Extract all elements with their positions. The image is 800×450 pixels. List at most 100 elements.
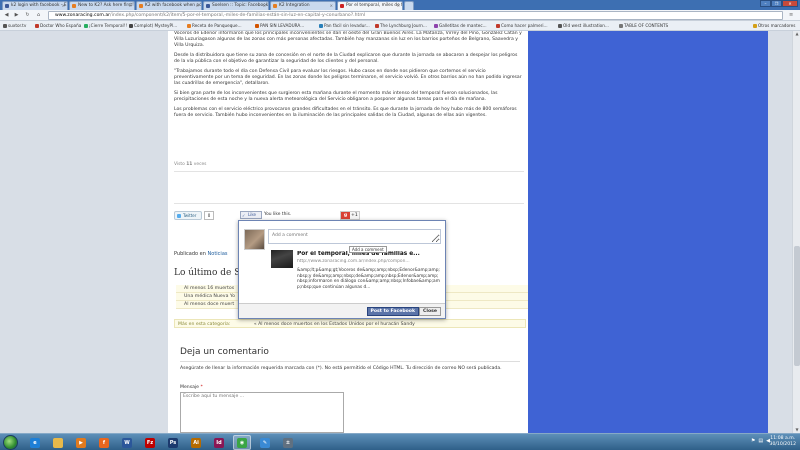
tab-strip: k2 login with facebook - E × New to K2? As…: [0, 0, 800, 10]
taskbar-app-firefox[interactable]: f: [95, 435, 113, 450]
divider: [180, 361, 520, 362]
scroll-up-icon[interactable]: ▲: [794, 31, 800, 37]
bookmark-item[interactable]: Doctor Who España: [34, 21, 81, 30]
bookmark-item[interactable]: suxtor.tv: [2, 21, 26, 30]
bookmark-item[interactable]: Galletitas de mantec...: [433, 21, 487, 30]
windows-taskbar: e ▶ f W Fz Ps Ai Id ◉ ✎ ± ⚑ ▤ ◀ 11:08 a.m. 30/10/2…: [0, 433, 800, 450]
browser-tab[interactable]: New to K2? Ask here first! ×: [69, 1, 135, 10]
bookmark-label: The Lynchburg Journ...: [380, 23, 427, 28]
maximize-button[interactable]: ❐: [771, 0, 782, 7]
bookmark-icon: [319, 23, 323, 28]
bookmarks-bar: suxtor.tv Doctor Who España ¡Cierre Tempor…: [0, 21, 800, 31]
taskbar-app-paint[interactable]: ✎: [256, 435, 274, 450]
more-in-category: Más en esta categoría: « Al menos doce m…: [174, 319, 526, 328]
fb-comment-input[interactable]: [268, 229, 441, 244]
tab-close-icon[interactable]: ×: [397, 2, 400, 10]
browser-tab[interactable]: K2 Integration ×: [270, 1, 336, 10]
article-paragraph: Desde la distribuidora que tiene su zona…: [174, 53, 518, 64]
paint-icon: ✎: [260, 437, 270, 448]
bookmark-item[interactable]: ¡Cierre Temporal!!: [83, 21, 127, 30]
view-count-number: 11: [186, 162, 193, 167]
favicon-icon: [340, 4, 344, 8]
bookmark-label: suxtor.tv: [8, 23, 27, 28]
firefox-icon: f: [99, 437, 109, 448]
reload-button[interactable]: ↻: [24, 12, 31, 19]
media-icon: ▶: [76, 437, 86, 448]
view-count-prefix: Visto: [174, 162, 185, 167]
new-tab-button[interactable]: [404, 1, 414, 10]
bookmark-label: PAN SIN LEVADURA...: [260, 23, 305, 28]
tab-close-icon[interactable]: ×: [129, 2, 132, 10]
taskbar-app-chrome[interactable]: ◉: [233, 435, 251, 450]
close-window-button[interactable]: ✕: [782, 0, 798, 7]
taskbar-app-calc[interactable]: ±: [279, 435, 297, 450]
tray-network-icon[interactable]: ▤: [758, 438, 763, 444]
published-in: Publicado en Noticias: [174, 251, 228, 257]
taskbar-app-word[interactable]: W: [118, 435, 136, 450]
address-bar[interactable]: www.zonaracing.com.ar/index.php/componen…: [48, 11, 783, 20]
taskbar-app-photoshop[interactable]: Ps: [164, 435, 182, 450]
address-domain: www.zonaracing.com.ar: [55, 13, 111, 18]
bookmark-label: Complot) MysteyPl...: [134, 23, 178, 28]
tab-label: K2 Integration: [279, 3, 310, 8]
divider: [174, 171, 524, 172]
post-to-facebook-button[interactable]: Post to Facebook: [366, 307, 419, 316]
tab-close-icon[interactable]: ×: [62, 2, 65, 10]
category-link[interactable]: Noticias: [208, 251, 228, 257]
article-paragraph: Si bien gran parte de los inconvenientes…: [174, 91, 498, 102]
start-button[interactable]: [3, 435, 18, 450]
twitter-button[interactable]: Twitter: [174, 211, 202, 220]
tab-label: Por el temporal, miles de f: [346, 3, 403, 8]
tray-flag-icon[interactable]: ⚑: [751, 438, 755, 444]
taskbar-app-ie[interactable]: e: [26, 435, 44, 450]
google-plus-button[interactable]: g +1: [340, 211, 360, 220]
taskbar-app-folder[interactable]: [49, 435, 67, 450]
message-textarea[interactable]: [180, 392, 344, 433]
tab-close-icon[interactable]: ×: [263, 2, 266, 10]
scrollbar[interactable]: ▲ ▼: [792, 31, 800, 433]
browser-tab[interactable]: K2 with facebook when acc ×: [136, 1, 202, 10]
taskbar-app-illustrator[interactable]: Ai: [187, 435, 205, 450]
bookmark-item[interactable]: TABLE OF CONTENTS: [618, 21, 668, 30]
browser-tab[interactable]: k2 login with facebook - E ×: [2, 1, 68, 10]
back-button[interactable]: ◀: [3, 12, 10, 19]
bookmark-item[interactable]: The Lynchburg Journ...: [374, 21, 427, 30]
browser-tab[interactable]: Soelsen :: Topic: Facebook ×: [203, 1, 269, 10]
tab-close-icon[interactable]: ×: [330, 2, 333, 10]
scroll-thumb[interactable]: [794, 246, 800, 366]
taskbar-app-filezilla[interactable]: Fz: [141, 435, 159, 450]
bookmark-item[interactable]: Old west illustration...: [557, 21, 609, 30]
facebook-like-button[interactable]: ✓ Like: [240, 211, 262, 219]
link-thumbnail: [271, 250, 293, 268]
article-paragraph: Los problemas con el servicio eléctrico …: [174, 107, 517, 118]
ie-icon: e: [30, 437, 40, 448]
wrench-icon[interactable]: ≡: [789, 12, 796, 19]
bookmark-item[interactable]: Como hacer palmeri...: [495, 21, 548, 30]
view-count-suffix: veces: [193, 162, 207, 167]
bookmark-item[interactable]: Receta de Panqueque...: [186, 21, 242, 30]
twitter-count: 0: [204, 211, 214, 220]
browser-tab[interactable]: Por el temporal, miles de f ×: [337, 1, 403, 10]
gplus-label: +1: [351, 213, 358, 218]
bookmark-item[interactable]: PAN SIN LEVADURA...: [254, 21, 304, 30]
popup-footer: Post to Facebook Close: [239, 303, 445, 318]
google-plus-icon: g: [341, 212, 350, 219]
taskbar-app-indesign[interactable]: Id: [210, 435, 228, 450]
bookmark-item[interactable]: Complot) MysteyPl...: [128, 21, 177, 30]
forward-button[interactable]: ▶: [13, 12, 20, 19]
tab-close-icon[interactable]: ×: [196, 2, 199, 10]
more-in-category-link[interactable]: « Al menos doce muertos en los Estados U…: [254, 322, 415, 327]
system-clock[interactable]: 11:08 a.m. 30/10/2012: [770, 436, 796, 448]
bookmark-icon: [129, 23, 133, 28]
home-button[interactable]: ⌂: [35, 12, 42, 19]
message-label: Mensaje *: [180, 385, 203, 390]
bookmark-item[interactable]: Pan fácil sin levadur...: [318, 21, 370, 30]
bookmark-item[interactable]: Otros marcadores: [752, 21, 795, 30]
close-button[interactable]: Close: [419, 307, 441, 316]
taskbar-app-media[interactable]: ▶: [72, 435, 90, 450]
comment-section-title: Deja un comentario: [180, 347, 269, 357]
bookmark-icon: [753, 23, 757, 28]
chrome-icon: ◉: [237, 437, 247, 448]
minimize-button[interactable]: –: [760, 0, 771, 7]
photoshop-icon: Ps: [168, 437, 178, 448]
